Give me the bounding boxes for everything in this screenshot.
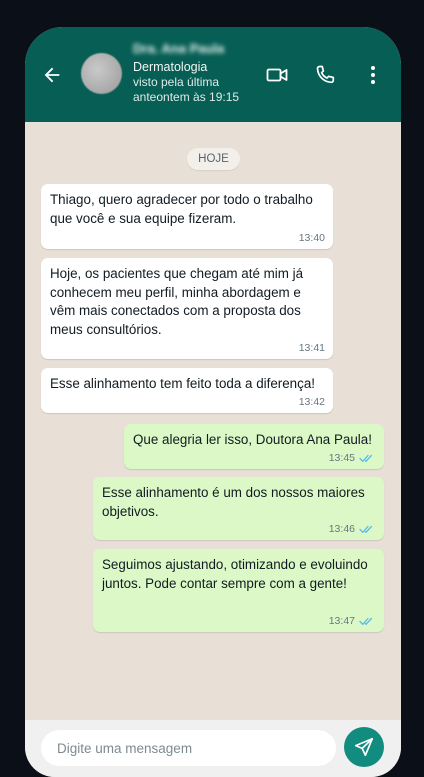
date-separator: HOJE [187, 148, 240, 170]
message-bubble-incoming[interactable]: Thiago, quero agradecer por todo o traba… [41, 184, 333, 249]
last-seen-status: visto pela última anteontem às 19:15 [133, 75, 253, 105]
message-bubble-outgoing[interactable]: Esse alinhamento é um dos nossos maiores… [93, 477, 384, 540]
message-text: Que alegria ler isso, Doutora Ana Paula! [133, 432, 372, 447]
arrow-left-icon[interactable] [41, 64, 63, 86]
double-check-icon [359, 525, 373, 534]
send-button[interactable] [344, 727, 384, 767]
more-vertical-icon[interactable] [361, 63, 385, 87]
message-list[interactable]: HOJE Thiago, quero agradecer por todo o … [25, 122, 401, 720]
message-text: Seguimos ajustando, otimizando e evoluin… [102, 557, 368, 591]
message-bubble-outgoing[interactable]: Que alegria ler isso, Doutora Ana Paula!… [124, 424, 384, 469]
phone-frame: Dra. Ana Paula Dermatologia visto pela ú… [25, 27, 401, 777]
message-bubble-outgoing[interactable]: Seguimos ajustando, otimizando e evoluin… [93, 549, 384, 632]
message-bubble-incoming[interactable]: Esse alinhamento tem feito toda a difere… [41, 368, 333, 413]
message-text: Hoje, os pacientes que chegam até mim já… [50, 266, 304, 337]
message-meta: 13:46 [329, 523, 376, 535]
double-check-icon [359, 454, 373, 463]
message-meta: 13:41 [299, 342, 325, 354]
last-seen-line-1: visto pela última [133, 75, 220, 89]
video-camera-icon[interactable] [265, 63, 289, 87]
last-seen-line-2: anteontem às 19:15 [133, 90, 240, 104]
contact-specialty: Dermatologia [133, 60, 208, 74]
phone-icon[interactable] [313, 63, 337, 87]
message-time: 13:41 [298, 342, 325, 354]
message-time: 13:45 [328, 452, 355, 464]
message-text: Thiago, quero agradecer por todo o traba… [50, 192, 313, 226]
send-icon [354, 737, 374, 757]
message-meta: 13:47 [329, 615, 376, 627]
message-meta: 13:42 [299, 396, 325, 408]
message-meta: 13:45 [329, 452, 376, 464]
message-time: 13:42 [298, 396, 325, 408]
message-text: Esse alinhamento tem feito toda a difere… [50, 376, 315, 391]
contact-name[interactable]: Dra. Ana Paula [133, 41, 224, 56]
avatar[interactable] [81, 53, 122, 94]
message-input[interactable] [41, 730, 336, 766]
message-meta: 13:40 [299, 232, 325, 244]
chat-header: Dra. Ana Paula Dermatologia visto pela ú… [25, 27, 401, 122]
message-time: 13:40 [298, 232, 325, 244]
message-bubble-incoming[interactable]: Hoje, os pacientes que chegam até mim já… [41, 258, 333, 359]
message-time: 13:46 [328, 523, 355, 535]
message-text: Esse alinhamento é um dos nossos maiores… [102, 485, 365, 519]
double-check-icon [359, 617, 373, 626]
composer-bar [25, 720, 401, 777]
message-time: 13:47 [328, 615, 355, 627]
